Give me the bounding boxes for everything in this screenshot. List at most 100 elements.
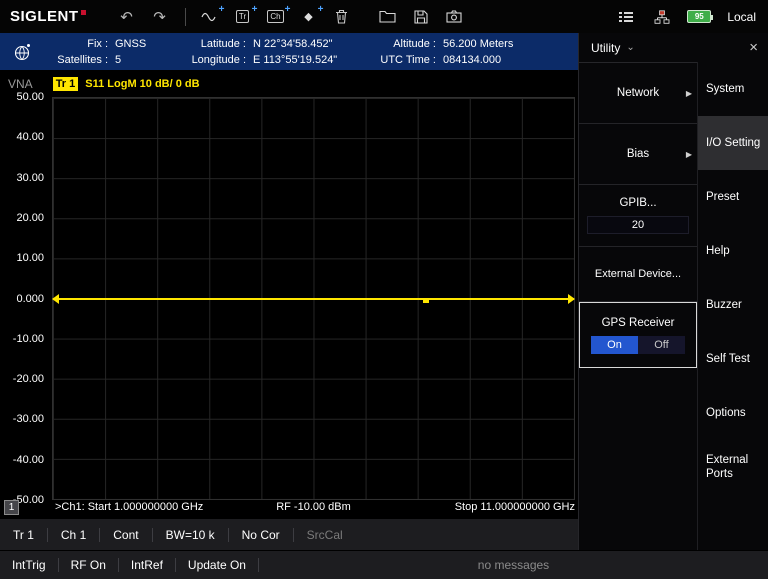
plus-glyph: + <box>219 5 225 15</box>
menu-item-label: GPIB... <box>619 197 656 209</box>
sidebar-item-system[interactable]: System <box>698 62 768 116</box>
sidebar-item-io-setting[interactable]: I/O Setting <box>698 116 768 170</box>
sidebar-item-buzzer[interactable]: Buzzer <box>698 278 768 332</box>
gps-on-button[interactable]: On <box>591 336 638 354</box>
status-trace[interactable]: Tr 1 <box>0 528 48 542</box>
status-correction[interactable]: No Cor <box>229 528 294 542</box>
battery-nub <box>711 15 713 20</box>
menu-item-external-device[interactable]: External Device... <box>579 247 697 302</box>
message-area: no messages <box>259 558 768 572</box>
battery-percent: 95 <box>695 12 704 21</box>
menu-item-label: External Device... <box>595 268 681 280</box>
status-channel[interactable]: Ch 1 <box>48 528 100 542</box>
start-frequency-label[interactable]: >Ch1: Start 1.000000000 GHz <box>55 501 203 513</box>
menu-item-label: Bias <box>627 148 649 160</box>
save-floppy-icon[interactable] <box>412 6 430 28</box>
stop-frequency-label[interactable]: Stop 11.000000000 GHz <box>455 501 575 513</box>
menu-list-icon[interactable] <box>617 6 635 28</box>
submenu-arrow-icon: ▶ <box>686 89 692 98</box>
add-trace-waveform-icon[interactable]: + <box>201 6 219 28</box>
marker-glyph: ◆ <box>304 10 312 23</box>
trace-badge[interactable]: Tr 1 <box>53 77 79 91</box>
close-icon[interactable]: × <box>749 39 758 56</box>
y-axis-tick: -30.00 <box>13 413 44 425</box>
menu-item-label: GPS Receiver <box>602 317 675 329</box>
chevron-down-icon[interactable]: ⌄ <box>626 42 634 53</box>
gps-globe-icon <box>8 41 36 63</box>
gps-fix-value: GNSS <box>115 38 146 50</box>
top-toolbar: SIGLENT ↶ ↷ + Tr + Ch + ◆ + <box>0 0 768 33</box>
status-srccal[interactable]: SrcCal <box>294 528 356 542</box>
gps-latitude: Latitude : N 22°34'58.452" <box>174 38 372 50</box>
menu-item-gps-receiver[interactable]: GPS Receiver On Off <box>579 302 697 368</box>
add-marker-icon[interactable]: ◆ + <box>300 6 318 28</box>
gps-off-button[interactable]: Off <box>638 336 685 354</box>
y-axis-tick: 10.00 <box>16 252 44 264</box>
vna-screen: SIGLENT ↶ ↷ + Tr + Ch + ◆ + <box>0 0 768 579</box>
y-axis-tick: -40.00 <box>13 454 44 466</box>
sidebar-item-external-ports[interactable]: External Ports <box>698 440 768 494</box>
toolbar-divider <box>185 8 186 26</box>
gps-longitude: Longitude : E 113°55'19.524" <box>174 54 372 66</box>
y-axis-tick: 40.00 <box>16 131 44 143</box>
y-axis-tick: 0.000 <box>16 293 44 305</box>
sidebar-item-preset[interactable]: Preset <box>698 170 768 224</box>
sidebar-item-options[interactable]: Options <box>698 386 768 440</box>
sidebar-item-label: External Ports <box>706 453 768 481</box>
sidebar-item-label: Help <box>706 244 730 258</box>
local-mode-label[interactable]: Local <box>727 10 756 24</box>
sidebar-item-label: System <box>706 82 744 96</box>
sidebar-item-label: Self Test <box>706 352 750 366</box>
chart-header: VNA Tr 1 S11 LogM 10 dB/ 0 dB <box>8 76 200 91</box>
trace-line <box>53 298 574 300</box>
sidebar-item-label: Options <box>706 406 746 420</box>
new-trace-icon[interactable]: Tr + <box>234 6 252 28</box>
status-rf[interactable]: RF On <box>59 558 119 572</box>
trace-marker-tick <box>423 300 429 303</box>
trace-format-label[interactable]: S11 LogM 10 dB/ 0 dB <box>85 78 199 90</box>
undo-icon[interactable]: ↶ <box>118 6 136 28</box>
measurement-status-bar: Tr 1 Ch 1 Cont BW=10 k No Cor SrcCal <box>0 518 578 550</box>
status-reference[interactable]: IntRef <box>119 558 176 572</box>
plot-area <box>52 97 575 500</box>
ch-box-glyph: Ch <box>267 10 283 23</box>
y-axis-tick: 20.00 <box>16 212 44 224</box>
trace-end-arrow-icon <box>568 294 575 304</box>
gps-satellites-value: 5 <box>115 54 121 66</box>
sidebar-item-label: Buzzer <box>706 298 742 312</box>
submenu-arrow-icon: ▶ <box>686 150 692 159</box>
channel-indicator[interactable]: 1 <box>4 500 19 515</box>
sidebar-menu: System I/O Setting Preset Help Buzzer Se… <box>697 62 768 550</box>
status-sweep-mode[interactable]: Cont <box>100 528 152 542</box>
right-panel: Utility ⌄ × Network ▶ Bias ▶ GPIB... 20 … <box>578 33 768 550</box>
y-axis-labels: 50.00 40.00 30.00 20.00 10.00 0.000 -10.… <box>0 97 48 500</box>
menu-item-network[interactable]: Network ▶ <box>579 63 697 124</box>
open-file-folder-icon[interactable] <box>379 6 397 28</box>
status-update[interactable]: Update On <box>176 558 259 572</box>
redo-icon[interactable]: ↷ <box>151 6 169 28</box>
new-channel-icon[interactable]: Ch + <box>267 6 285 28</box>
menu-item-bias[interactable]: Bias ▶ <box>579 124 697 185</box>
gps-latitude-value: N 22°34'58.452" <box>253 38 333 50</box>
status-trigger[interactable]: IntTrig <box>0 558 59 572</box>
status-bandwidth[interactable]: BW=10 k <box>153 528 229 542</box>
lan-network-icon[interactable] <box>653 6 671 28</box>
gps-longitude-value: E 113°55'19.524" <box>253 54 337 66</box>
screenshot-camera-icon[interactable] <box>445 6 463 28</box>
siglent-logo: SIGLENT <box>10 8 86 25</box>
trace-start-arrow-icon <box>52 294 59 304</box>
utility-panel-title: Utility <box>591 41 620 55</box>
plus-glyph: + <box>318 5 324 15</box>
rf-power-label[interactable]: RF -10.00 dBm <box>276 501 351 513</box>
gps-utc-value: 084134.000 <box>443 54 501 66</box>
tr-box-glyph: Tr <box>236 10 249 23</box>
y-axis-tick: 50.00 <box>16 91 44 103</box>
delete-trash-icon[interactable] <box>333 6 351 28</box>
y-axis-tick: 30.00 <box>16 172 44 184</box>
sidebar-item-help[interactable]: Help <box>698 224 768 278</box>
gpib-address-field[interactable]: 20 <box>587 216 689 234</box>
gps-data-grid: Fix : GNSS Latitude : N 22°34'58.452" Al… <box>46 38 513 66</box>
sidebar-item-self-test[interactable]: Self Test <box>698 332 768 386</box>
y-axis-tick: -20.00 <box>13 373 44 385</box>
menu-item-gpib[interactable]: GPIB... 20 <box>579 185 697 247</box>
